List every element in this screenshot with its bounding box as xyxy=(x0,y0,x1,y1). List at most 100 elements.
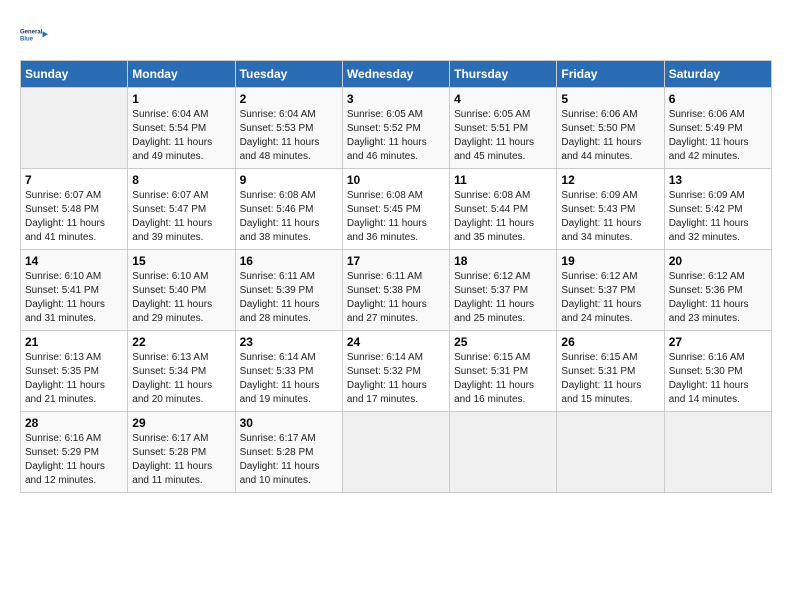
calendar-cell: 25 Sunrise: 6:15 AMSunset: 5:31 PMDayligh… xyxy=(450,331,557,412)
day-header-tuesday: Tuesday xyxy=(235,61,342,88)
day-number: 3 xyxy=(347,92,445,106)
day-info: Sunrise: 6:12 AMSunset: 5:37 PMDaylight:… xyxy=(561,270,659,326)
calendar-cell xyxy=(450,412,557,493)
calendar-week-4: 21 Sunrise: 6:13 AMSunset: 5:35 PMDayligh… xyxy=(21,331,772,412)
calendar-cell: 7 Sunrise: 6:07 AMSunset: 5:48 PMDaylight… xyxy=(21,169,128,250)
day-info: Sunrise: 6:13 AMSunset: 5:35 PMDaylight:… xyxy=(25,351,123,407)
day-number: 10 xyxy=(347,173,445,187)
calendar-cell: 18 Sunrise: 6:12 AMSunset: 5:37 PMDayligh… xyxy=(450,250,557,331)
day-number: 6 xyxy=(669,92,767,106)
day-header-sunday: Sunday xyxy=(21,61,128,88)
day-number: 29 xyxy=(132,416,230,430)
day-number: 14 xyxy=(25,254,123,268)
day-number: 18 xyxy=(454,254,552,268)
day-info: Sunrise: 6:09 AMSunset: 5:43 PMDaylight:… xyxy=(561,189,659,245)
day-info: Sunrise: 6:13 AMSunset: 5:34 PMDaylight:… xyxy=(132,351,230,407)
day-number: 7 xyxy=(25,173,123,187)
svg-text:Blue: Blue xyxy=(20,36,34,42)
calendar-cell: 14Sunrise: 6:10 AMSunset: 5:41 PMDayligh… xyxy=(21,250,128,331)
calendar-cell: 3Sunrise: 6:05 AMSunset: 5:52 PMDaylight… xyxy=(342,88,449,169)
calendar-cell: 20 Sunrise: 6:12 AMSunset: 5:36 PMDayligh… xyxy=(664,250,771,331)
day-number: 28 xyxy=(25,416,123,430)
day-info: Sunrise: 6:04 AMSunset: 5:53 PMDaylight:… xyxy=(240,108,338,164)
calendar-week-1: 1 Sunrise: 6:04 AMSunset: 5:54 PMDaylight… xyxy=(21,88,772,169)
calendar-cell xyxy=(342,412,449,493)
calendar-cell: 21 Sunrise: 6:13 AMSunset: 5:35 PMDayligh… xyxy=(21,331,128,412)
day-info: Sunrise: 6:05 AMSunset: 5:51 PMDaylight:… xyxy=(454,108,552,164)
calendar-cell: 11 Sunrise: 6:08 AMSunset: 5:44 PMDayligh… xyxy=(450,169,557,250)
day-info: Sunrise: 6:15 AMSunset: 5:31 PMDaylight:… xyxy=(454,351,552,407)
day-number: 12 xyxy=(561,173,659,187)
calendar-table: SundayMondayTuesdayWednesdayThursdayFrid… xyxy=(20,60,772,493)
calendar-week-5: 28 Sunrise: 6:16 AMSunset: 5:29 PMDayligh… xyxy=(21,412,772,493)
calendar-cell: 26 Sunrise: 6:15 AMSunset: 5:31 PMDayligh… xyxy=(557,331,664,412)
calendar-cell: 29 Sunrise: 6:17 AMSunset: 5:28 PMDayligh… xyxy=(128,412,235,493)
day-info: Sunrise: 6:17 AMSunset: 5:28 PMDaylight:… xyxy=(240,432,338,488)
day-number: 23 xyxy=(240,335,338,349)
calendar-cell xyxy=(664,412,771,493)
day-info: Sunrise: 6:10 AMSunset: 5:40 PMDaylight:… xyxy=(132,270,230,326)
day-info: Sunrise: 6:11 AMSunset: 5:38 PMDaylight:… xyxy=(347,270,445,326)
day-info: Sunrise: 6:08 AMSunset: 5:45 PMDaylight:… xyxy=(347,189,445,245)
day-number: 13 xyxy=(669,173,767,187)
day-header-thursday: Thursday xyxy=(450,61,557,88)
calendar-cell: 6 Sunrise: 6:06 AMSunset: 5:49 PMDaylight… xyxy=(664,88,771,169)
calendar-cell: 24 Sunrise: 6:14 AMSunset: 5:32 PMDayligh… xyxy=(342,331,449,412)
day-number: 16 xyxy=(240,254,338,268)
day-number: 11 xyxy=(454,173,552,187)
day-header-saturday: Saturday xyxy=(664,61,771,88)
day-number: 5 xyxy=(561,92,659,106)
logo-icon: GeneralBlue xyxy=(20,20,50,50)
calendar-cell: 17 Sunrise: 6:11 AMSunset: 5:38 PMDayligh… xyxy=(342,250,449,331)
calendar-cell: 23 Sunrise: 6:14 AMSunset: 5:33 PMDayligh… xyxy=(235,331,342,412)
day-number: 8 xyxy=(132,173,230,187)
calendar-cell: 9 Sunrise: 6:08 AMSunset: 5:46 PMDaylight… xyxy=(235,169,342,250)
day-number: 17 xyxy=(347,254,445,268)
calendar-cell: 28 Sunrise: 6:16 AMSunset: 5:29 PMDayligh… xyxy=(21,412,128,493)
day-info: Sunrise: 6:12 AMSunset: 5:37 PMDaylight:… xyxy=(454,270,552,326)
day-info: Sunrise: 6:07 AMSunset: 5:47 PMDaylight:… xyxy=(132,189,230,245)
calendar-cell: 1 Sunrise: 6:04 AMSunset: 5:54 PMDaylight… xyxy=(128,88,235,169)
day-info: Sunrise: 6:04 AMSunset: 5:54 PMDaylight:… xyxy=(132,108,230,164)
day-number: 15 xyxy=(132,254,230,268)
svg-text:General: General xyxy=(20,30,43,36)
day-number: 27 xyxy=(669,335,767,349)
day-number: 25 xyxy=(454,335,552,349)
day-header-friday: Friday xyxy=(557,61,664,88)
day-info: Sunrise: 6:06 AMSunset: 5:49 PMDaylight:… xyxy=(669,108,767,164)
day-number: 4 xyxy=(454,92,552,106)
day-info: Sunrise: 6:14 AMSunset: 5:32 PMDaylight:… xyxy=(347,351,445,407)
calendar-cell: 19 Sunrise: 6:12 AMSunset: 5:37 PMDayligh… xyxy=(557,250,664,331)
day-number: 26 xyxy=(561,335,659,349)
day-number: 1 xyxy=(132,92,230,106)
header-row: SundayMondayTuesdayWednesdayThursdayFrid… xyxy=(21,61,772,88)
calendar-cell: 4 Sunrise: 6:05 AMSunset: 5:51 PMDaylight… xyxy=(450,88,557,169)
day-info: Sunrise: 6:12 AMSunset: 5:36 PMDaylight:… xyxy=(669,270,767,326)
day-number: 2 xyxy=(240,92,338,106)
calendar-week-2: 7 Sunrise: 6:07 AMSunset: 5:48 PMDaylight… xyxy=(21,169,772,250)
day-info: Sunrise: 6:08 AMSunset: 5:46 PMDaylight:… xyxy=(240,189,338,245)
day-number: 21 xyxy=(25,335,123,349)
day-info: Sunrise: 6:16 AMSunset: 5:30 PMDaylight:… xyxy=(669,351,767,407)
calendar-cell xyxy=(21,88,128,169)
day-number: 20 xyxy=(669,254,767,268)
calendar-cell: 5Sunrise: 6:06 AMSunset: 5:50 PMDaylight… xyxy=(557,88,664,169)
day-number: 30 xyxy=(240,416,338,430)
day-info: Sunrise: 6:17 AMSunset: 5:28 PMDaylight:… xyxy=(132,432,230,488)
day-info: Sunrise: 6:14 AMSunset: 5:33 PMDaylight:… xyxy=(240,351,338,407)
day-info: Sunrise: 6:16 AMSunset: 5:29 PMDaylight:… xyxy=(25,432,123,488)
calendar-week-3: 14Sunrise: 6:10 AMSunset: 5:41 PMDayligh… xyxy=(21,250,772,331)
page-header: GeneralBlue xyxy=(20,20,772,50)
calendar-cell: 30 Sunrise: 6:17 AMSunset: 5:28 PMDayligh… xyxy=(235,412,342,493)
calendar-cell: 22Sunrise: 6:13 AMSunset: 5:34 PMDayligh… xyxy=(128,331,235,412)
day-info: Sunrise: 6:08 AMSunset: 5:44 PMDaylight:… xyxy=(454,189,552,245)
day-number: 9 xyxy=(240,173,338,187)
calendar-cell xyxy=(557,412,664,493)
day-info: Sunrise: 6:15 AMSunset: 5:31 PMDaylight:… xyxy=(561,351,659,407)
day-info: Sunrise: 6:07 AMSunset: 5:48 PMDaylight:… xyxy=(25,189,123,245)
calendar-cell: 10 Sunrise: 6:08 AMSunset: 5:45 PMDayligh… xyxy=(342,169,449,250)
day-number: 24 xyxy=(347,335,445,349)
day-info: Sunrise: 6:11 AMSunset: 5:39 PMDaylight:… xyxy=(240,270,338,326)
calendar-cell: 27 Sunrise: 6:16 AMSunset: 5:30 PMDayligh… xyxy=(664,331,771,412)
day-number: 19 xyxy=(561,254,659,268)
